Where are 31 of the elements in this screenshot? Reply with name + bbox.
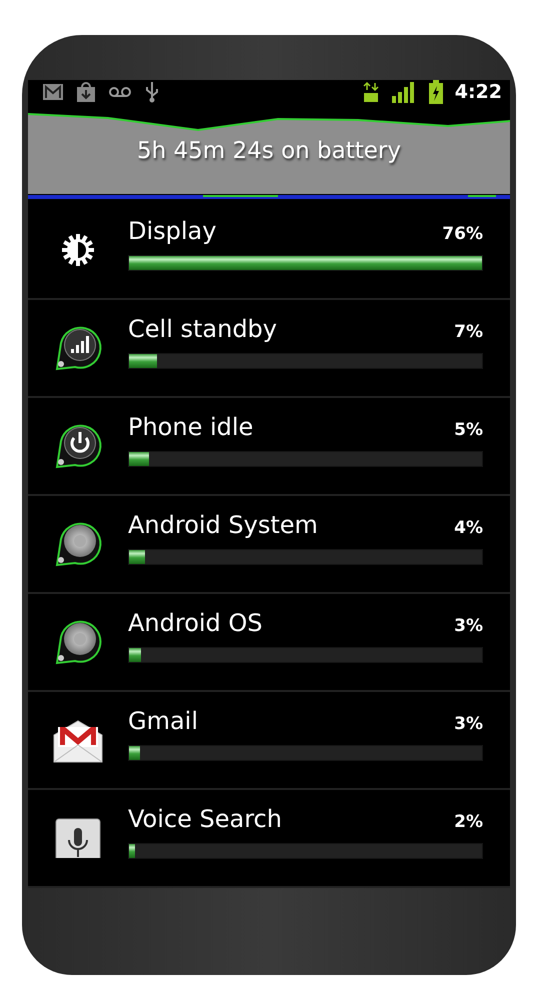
battery-summary: 5h 45m 24s on battery bbox=[136, 138, 402, 164]
usage-percent: 5% bbox=[454, 420, 483, 440]
app-name: Android System bbox=[128, 511, 318, 539]
usage-percent: 3% bbox=[454, 714, 483, 734]
app-name: Cell standby bbox=[128, 315, 277, 343]
usage-row[interactable]: Phone idle 5% bbox=[28, 398, 510, 496]
status-time: 4:22 bbox=[454, 81, 502, 103]
signal-icon bbox=[390, 81, 417, 103]
usage-percent: 4% bbox=[454, 518, 483, 538]
app-name: Phone idle bbox=[128, 413, 254, 441]
usage-row[interactable]: Android OS 3% bbox=[28, 594, 510, 692]
usage-row[interactable]: Android System 4% bbox=[28, 496, 510, 594]
usage-row[interactable]: Display 76% bbox=[28, 202, 510, 300]
app-name: Display bbox=[128, 217, 216, 245]
usage-row[interactable]: Cell standby 7% bbox=[28, 300, 510, 398]
app-name: Gmail bbox=[128, 707, 198, 735]
app-name: Voice Search bbox=[128, 805, 282, 833]
usage-percent: 7% bbox=[454, 322, 483, 342]
data-3g-icon bbox=[362, 81, 379, 103]
usage-row[interactable]: Voice Search 2% bbox=[28, 790, 510, 888]
voicemail-icon bbox=[108, 86, 132, 98]
usage-percent: 2% bbox=[454, 812, 483, 832]
usage-row[interactable]: Gmail 3% bbox=[28, 692, 510, 790]
usage-percent: 76% bbox=[442, 224, 483, 244]
usb-icon bbox=[144, 80, 160, 104]
mail-icon bbox=[42, 83, 64, 101]
microphone-icon bbox=[55, 818, 101, 858]
download-icon bbox=[76, 81, 96, 103]
sun-icon bbox=[61, 233, 95, 267]
app-name: Android OS bbox=[128, 609, 263, 637]
usage-percent: 3% bbox=[454, 616, 483, 636]
